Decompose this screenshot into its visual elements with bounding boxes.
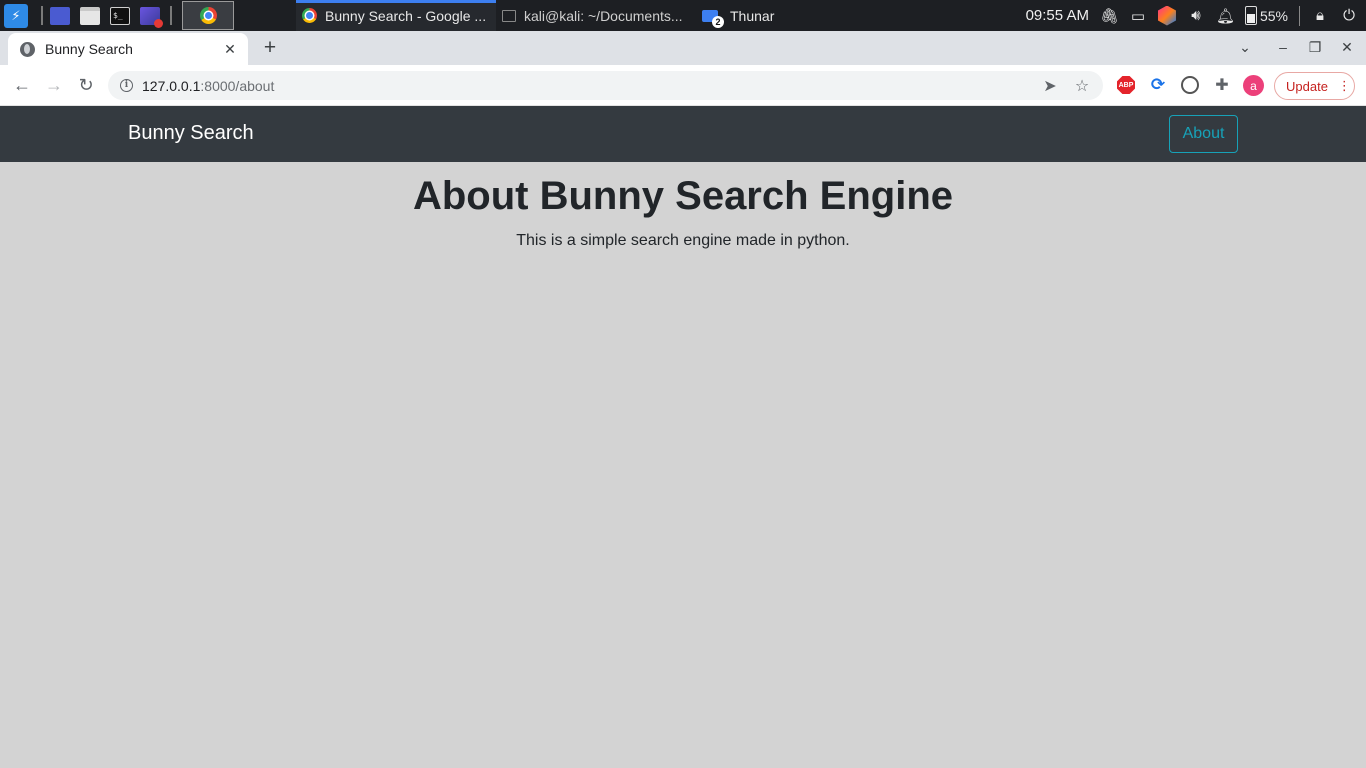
tab-search-icon[interactable]: ⌄ [1236,39,1254,56]
url-host: 127.0.0.1 [142,77,201,94]
update-label: Update [1286,78,1328,94]
file-manager-icon [80,6,100,25]
display-icon[interactable]: ▭ [1129,7,1147,25]
url-text[interactable]: 127.0.0.1:8000/about [142,78,1027,94]
tray-separator [1299,5,1300,26]
restore-icon[interactable]: ❐ [1306,39,1324,56]
about-nav-button[interactable]: About [1169,115,1238,153]
file-manager-launcher[interactable] [80,0,100,31]
profile-avatar[interactable]: a [1243,75,1264,96]
lock-icon[interactable]: 🔒︎ [1311,7,1329,24]
clock[interactable]: 09:55 AM [1026,7,1089,24]
site-brand-link[interactable]: Bunny Search [128,122,254,145]
system-tray: 09:55 AM 🖇︎ ▭ 🔊︎ 🔔︎ 55% 🔒︎ ⏻ [1026,0,1366,31]
close-window-icon[interactable]: ✕ [1338,39,1356,56]
taskbar: ⚡ $_ Bunny Search - Google ... kali@kali… [0,0,1366,31]
chrome-icon [199,7,217,24]
folder-icon [702,9,724,28]
browser-toolbar: ← → ↻ i 127.0.0.1:8000/about ➤ ☆ ABP ⟳ ✚… [0,65,1366,106]
bell-icon[interactable]: 🔔︎ [1216,7,1235,25]
terminal-icon: $_ [110,6,130,25]
url-path: :8000/about [200,77,275,94]
extensions-puzzle-icon[interactable]: ✚ [1213,76,1231,94]
close-icon[interactable]: ✕ [222,41,238,58]
taskbar-window-label: Bunny Search - Google ... [325,7,487,24]
more-vert-icon: ⋮ [1337,78,1351,93]
adblock-plus-icon[interactable]: ABP [1117,76,1135,94]
taskbar-window-terminal[interactable]: kali@kali: ~/Documents... [496,0,696,31]
volume-icon[interactable]: 🔊︎ [1187,7,1205,24]
jetbrains-icon[interactable] [1157,5,1176,26]
page-description: This is a simple search engine made in p… [516,232,850,249]
back-arrow-icon[interactable]: ← [11,74,33,96]
send-icon[interactable]: ➤ [1041,76,1059,96]
battery-icon [1244,6,1257,25]
battery-indicator[interactable]: 55% [1244,6,1288,25]
minimize-icon[interactable]: – [1274,39,1292,55]
attachment-icon[interactable]: 🖇︎ [1100,7,1119,25]
sync-extension-icon[interactable]: ⟳ [1149,75,1167,94]
taskbar-separator [170,6,172,25]
reload-icon[interactable]: ↻ [75,74,97,96]
taskbar-separator [41,6,43,25]
forward-arrow-icon[interactable]: → [43,74,65,96]
taskbar-window-chrome[interactable]: Bunny Search - Google ... [296,0,496,31]
site-navbar: Bunny Search About [0,106,1366,162]
battery-percent: 55% [1259,7,1288,24]
chrome-icon [302,8,317,23]
new-tab-button[interactable]: + [259,37,281,59]
screen-recorder-icon [140,6,163,28]
tab-title: Bunny Search [45,41,133,57]
browser-tab[interactable]: Bunny Search ✕ [8,33,248,65]
update-button[interactable]: Update ⋮ [1274,72,1355,100]
taskbar-window-label: Thunar [730,7,775,24]
desktop-icon [50,6,70,25]
star-icon[interactable]: ☆ [1073,76,1091,96]
page-title: About Bunny Search Engine [412,174,954,218]
browser-tabstrip: Bunny Search ✕ + ⌄ – ❐ ✕ [0,31,1366,65]
screen-recorder-launcher[interactable] [140,0,163,31]
globe-icon [20,41,35,57]
kali-menu-icon[interactable]: ⚡ [2,0,30,31]
about-content: About Bunny Search Engine This is a simp… [0,162,1366,250]
terminal-icon [502,9,516,22]
chrome-launcher[interactable] [182,1,234,30]
taskbar-window-label: kali@kali: ~/Documents... [524,7,683,24]
address-bar[interactable]: i 127.0.0.1:8000/about ➤ ☆ [108,71,1103,100]
taskbar-window-thunar[interactable]: Thunar [696,0,780,31]
info-icon[interactable]: i [120,79,133,92]
desktop-launcher[interactable] [50,0,70,31]
logout-icon[interactable]: ⏻ [1340,7,1358,24]
terminal-launcher[interactable]: $_ [110,0,130,31]
film-reel-icon[interactable] [1181,76,1199,94]
